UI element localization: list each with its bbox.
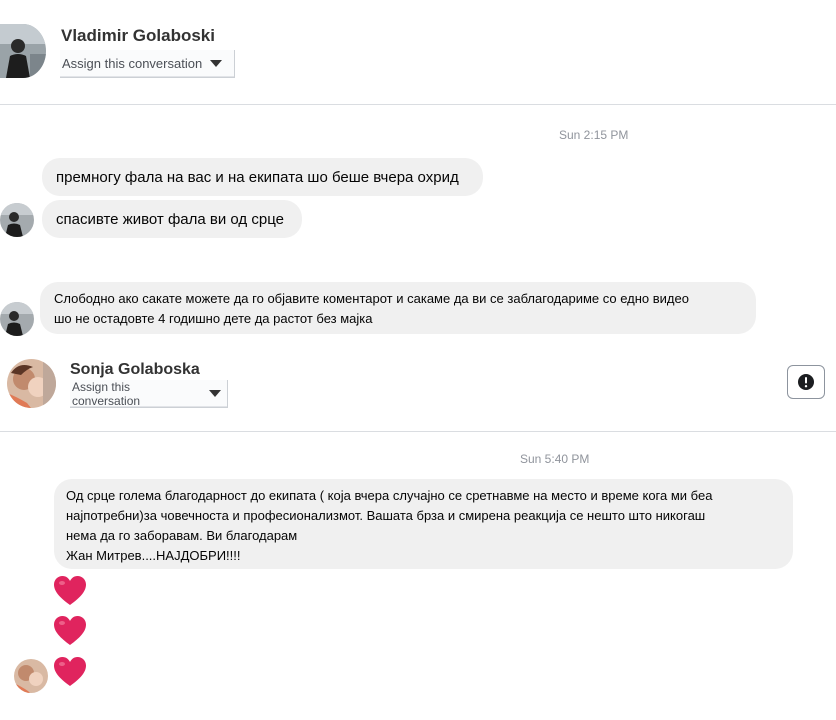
sender-avatar <box>0 203 34 237</box>
contact-avatar-vladimir[interactable] <box>0 24 46 78</box>
header-divider <box>0 431 836 432</box>
message-bubble: Слободно ако сакате можете да го објавит… <box>40 282 756 334</box>
message-line: шо не остадовте 4 годишно дете да растот… <box>54 311 373 326</box>
assign-conversation-dropdown[interactable]: Assign this conversation <box>60 50 235 78</box>
caret-down-icon <box>209 390 221 397</box>
message-bubble: премногу фала на вас и на екипата шо беш… <box>42 158 483 196</box>
report-button[interactable] <box>787 365 825 399</box>
header-divider <box>0 104 836 105</box>
message-line: нема да го заборавам. Ви благодарам <box>66 528 298 543</box>
message-timestamp: Sun 2:15 PM <box>559 128 629 142</box>
contact-name[interactable]: Sonja Golaboska <box>70 361 200 379</box>
assign-conversation-label: Assign this conversation <box>62 56 203 71</box>
contact-avatar-sonja[interactable] <box>7 359 56 408</box>
heart-emoji <box>54 616 86 645</box>
message-line: Жан Митрев....НАЈДОБРИ!!!! <box>66 548 241 563</box>
message-line: Слободно ако сакате можете да го објавит… <box>54 291 689 306</box>
heart-emoji <box>54 657 86 686</box>
message-bubble: Од срце голема благодарност до екипата (… <box>54 479 793 569</box>
assign-conversation-dropdown[interactable]: Assign this conversation <box>70 380 228 408</box>
sender-avatar <box>14 659 48 693</box>
caret-down-icon <box>210 60 223 67</box>
message-bubble: спасивте живот фала ви од срце <box>42 200 302 238</box>
heart-emoji <box>54 576 86 605</box>
exclamation-circle-icon <box>798 374 814 390</box>
contact-name[interactable]: Vladimir Golaboski <box>61 26 215 46</box>
assign-conversation-label: Assign this conversation <box>72 379 141 408</box>
message-line: најпотребни)за човечноста и професионали… <box>66 508 706 523</box>
message-line: Од срце голема благодарност до екипата (… <box>66 488 713 503</box>
sender-avatar <box>0 302 34 336</box>
message-timestamp: Sun 5:40 PM <box>520 452 590 466</box>
